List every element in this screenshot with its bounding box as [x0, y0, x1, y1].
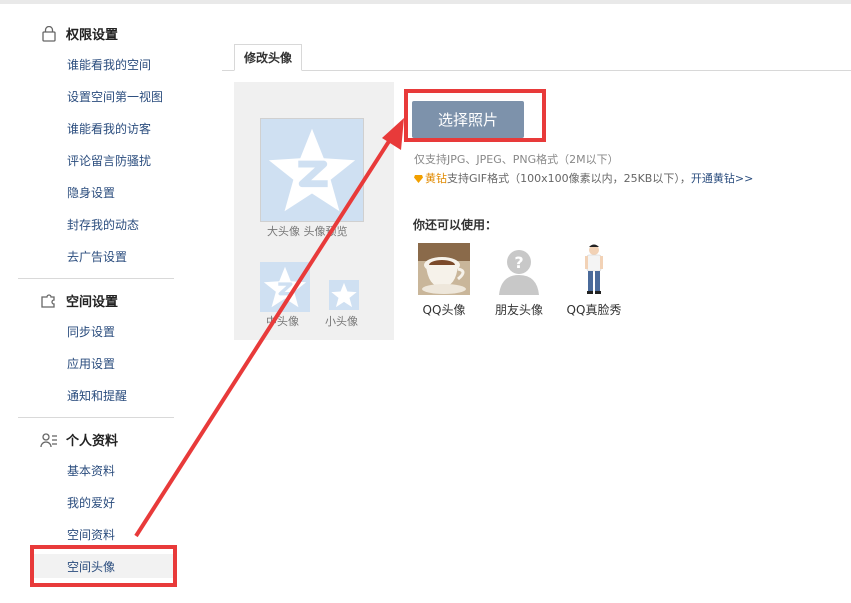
annotation-arrow [134, 118, 404, 538]
